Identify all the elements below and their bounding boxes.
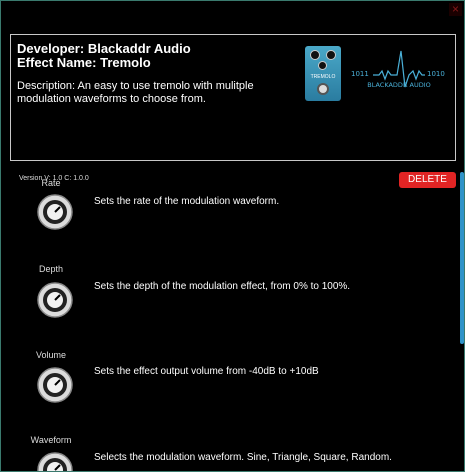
- brand-left-text: 1011: [351, 70, 369, 78]
- effect-name: Tremolo: [100, 55, 151, 70]
- knob-icon[interactable]: [36, 193, 74, 231]
- param-label-volume: Volume: [35, 350, 67, 360]
- effect-header-panel: Developer: Blackaddr Audio Effect Name: …: [10, 34, 456, 161]
- pedal-label: TREMOLO: [310, 74, 336, 80]
- effect-name-line: Effect Name: Tremolo: [17, 55, 151, 70]
- close-icon[interactable]: ×: [449, 3, 462, 16]
- pedal-logo-icon: TREMOLO: [305, 46, 341, 101]
- delete-button[interactable]: DELETE: [399, 172, 456, 188]
- brand-name-text: BLACKADDR AUDIO: [367, 81, 431, 89]
- developer-line: Developer: Blackaddr Audio: [17, 41, 191, 56]
- developer-name: Blackaddr Audio: [87, 41, 191, 56]
- brand-right-text: 1010: [427, 70, 445, 78]
- param-label-depth: Depth: [38, 264, 64, 274]
- param-label-rate: Rate: [41, 178, 61, 188]
- scrollbar[interactable]: [460, 172, 464, 344]
- param-desc-rate: Sets the rate of the modulation waveform…: [94, 196, 280, 207]
- effect-info-window: × Developer: Blackaddr Audio Effect Name…: [0, 0, 465, 472]
- param-desc-depth: Sets the depth of the modulation effect,…: [94, 281, 351, 292]
- description-label: Description:: [17, 80, 76, 92]
- knob-icon[interactable]: [36, 281, 74, 319]
- developer-label: Developer:: [17, 41, 85, 56]
- effect-name-label: Effect Name:: [17, 55, 97, 70]
- param-desc-volume: Sets the effect output volume from -40dB…: [94, 366, 319, 377]
- brand-logo-icon: 1011 1010 BLACKADDR AUDIO: [351, 50, 445, 89]
- param-desc-waveform: Selects the modulation waveform. Sine, T…: [94, 452, 392, 463]
- description: Description: An easy to use tremolo with…: [17, 80, 277, 106]
- knob-icon[interactable]: [36, 366, 74, 404]
- knob-icon[interactable]: [36, 451, 74, 472]
- param-label-waveform: Waveform: [30, 435, 72, 445]
